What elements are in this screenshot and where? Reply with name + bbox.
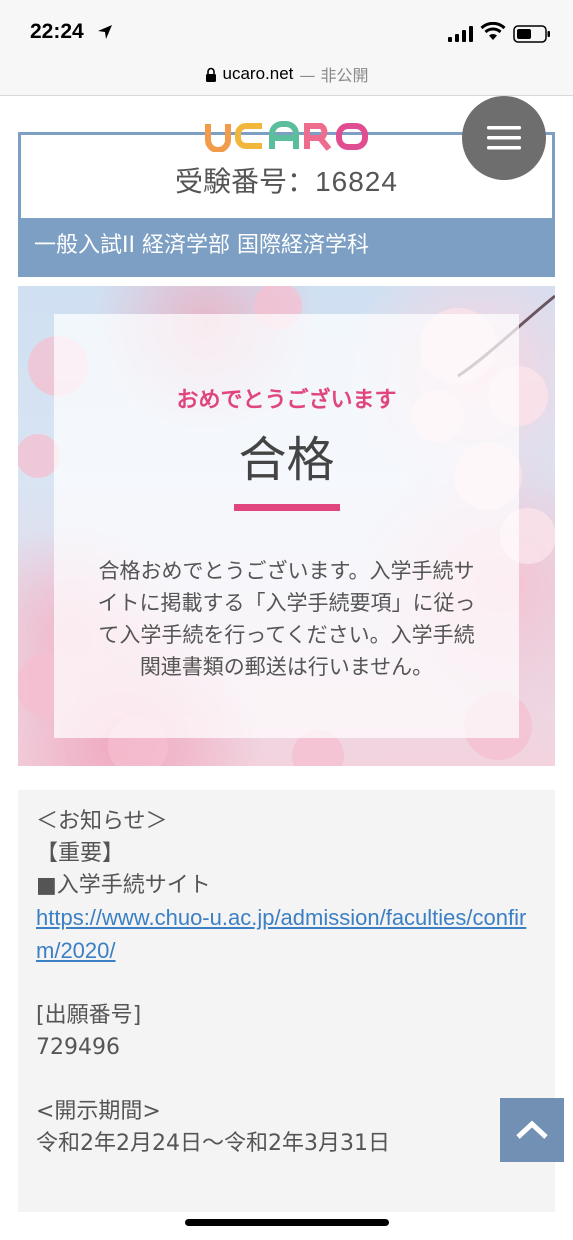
notice-heading: ＜お知らせ＞ [36,809,168,834]
hamburger-menu-icon [487,126,521,150]
notice-spacer [36,968,537,1000]
chevron-up-icon [516,1120,548,1139]
url-domain: ucaro.net [222,64,294,83]
result-panel: おめでとうございます 合格 合格おめでとうございます。入学手続サイトに掲載する「… [18,286,555,766]
department-label: 一般入試II 経済学部 国際経済学科 [21,218,552,274]
url-status: — 非公開 [299,66,369,85]
result-box: おめでとうございます 合格 合格おめでとうございます。入学手続サイトに掲載する「… [54,314,519,738]
battery-icon [513,25,550,43]
url-bar[interactable]: ucaro.net — 非公開 [0,62,573,96]
notice-spacer [36,1064,537,1096]
status-bar: 22:24 [0,0,573,62]
lock-icon [205,67,216,82]
notice-site-label: ■入学手続サイト [36,873,211,898]
notice-important: 【重要】 [36,841,125,866]
admission-site-link[interactable]: https://www.chuo-u.ac.jp/admission/facul… [36,905,526,963]
location-arrow-icon [98,25,112,39]
disclosure-period-value: 令和2年2月24日～令和2年3月31日 [36,1131,390,1156]
menu-button[interactable] [462,96,546,180]
wifi-icon [480,22,506,40]
result-underline [233,504,340,511]
exam-number-value: 16824 [315,166,398,197]
application-number-value: 729496 [36,1035,120,1060]
application-number-label: [出願番号] [36,1003,142,1028]
scroll-top-button[interactable] [500,1098,564,1162]
result-message: 合格おめでとうございます。入学手続サイトに掲載する「入学手続要項」に従って入学手… [97,559,476,679]
disclosure-period-label: <開示期間> [36,1099,161,1124]
home-indicator[interactable] [185,1219,389,1226]
result-title: 合格 [238,432,335,488]
ucaro-logo[interactable] [204,120,370,152]
status-time: 22:24 [30,20,84,43]
exam-number-label: 受験番号： [175,165,316,198]
signal-icon [448,26,473,42]
congratulations-text: おめでとうございます [176,388,397,413]
notice-box: ＜お知らせ＞ 【重要】 ■入学手続サイト https://www.chuo-u.… [18,790,555,1212]
